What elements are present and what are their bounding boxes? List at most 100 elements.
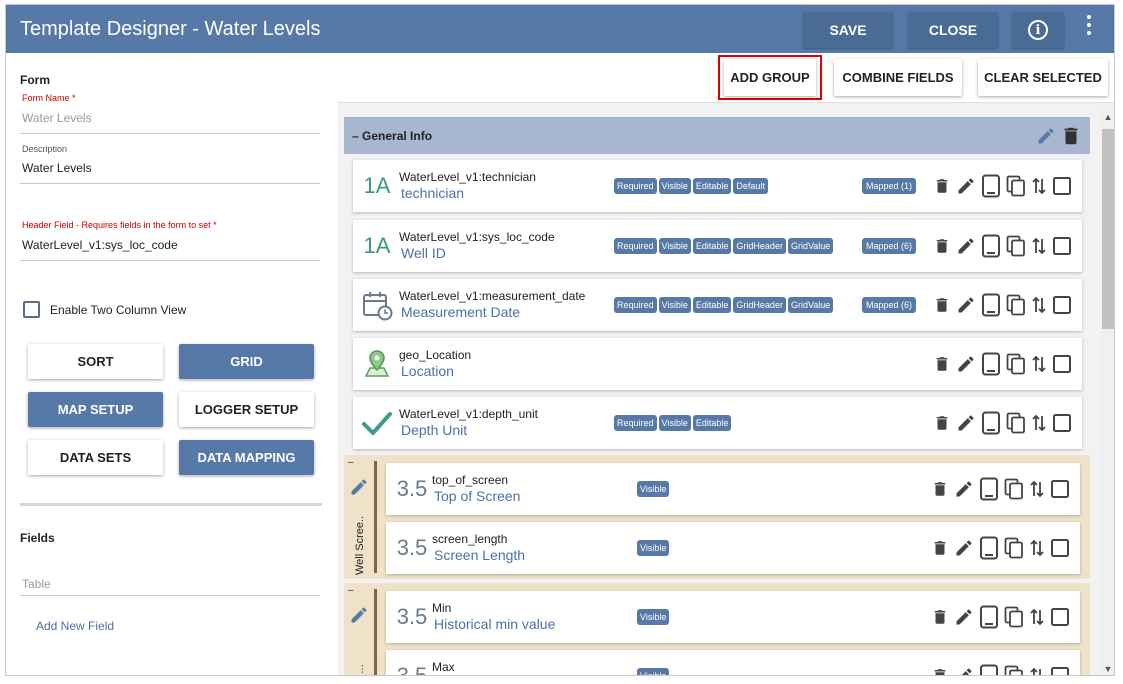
reorder-icon[interactable] xyxy=(1029,666,1045,675)
sort-button[interactable]: SORT xyxy=(28,344,163,379)
description-field[interactable]: Water Levels xyxy=(22,161,92,175)
vertical-scrollbar[interactable]: ▲ ▼ xyxy=(1100,109,1114,675)
delete-icon[interactable] xyxy=(933,294,951,316)
select-checkbox-icon[interactable] xyxy=(1052,236,1072,256)
table-field[interactable]: Table xyxy=(22,577,51,591)
edit-icon[interactable] xyxy=(954,538,974,558)
copy-icon[interactable] xyxy=(1004,606,1024,628)
field-card[interactable]: 1A WaterLevel_v1:technician technician R… xyxy=(353,160,1082,212)
delete-icon[interactable] xyxy=(933,412,951,434)
scroll-down-icon[interactable]: ▼ xyxy=(1103,664,1113,674)
field-card[interactable]: 3.5 Min Historical min value Visible xyxy=(386,591,1080,643)
two-column-checkbox[interactable] xyxy=(23,301,40,318)
grid-button[interactable]: GRID xyxy=(179,344,314,379)
copy-icon[interactable] xyxy=(1004,665,1024,675)
collapse-toggle[interactable]: – xyxy=(348,585,354,596)
edit-icon[interactable] xyxy=(956,413,976,433)
form-name-field[interactable]: Water Levels xyxy=(22,111,92,125)
delete-icon[interactable] xyxy=(933,235,951,257)
field-card[interactable]: WaterLevel_v1:measurement_date Measureme… xyxy=(353,279,1082,331)
edit-icon[interactable] xyxy=(954,607,974,627)
field-actions xyxy=(933,234,1072,258)
select-checkbox-icon[interactable] xyxy=(1050,666,1070,675)
edit-icon[interactable] xyxy=(954,479,974,499)
copy-icon[interactable] xyxy=(1006,353,1026,375)
reorder-icon[interactable] xyxy=(1031,295,1047,315)
delete-group-icon[interactable] xyxy=(1060,124,1082,148)
scroll-thumb[interactable] xyxy=(1102,129,1114,329)
tablet-icon[interactable] xyxy=(981,234,1001,258)
select-checkbox-icon[interactable] xyxy=(1052,413,1072,433)
data-mapping-button[interactable]: DATA MAPPING xyxy=(179,440,314,475)
edit-icon[interactable] xyxy=(956,354,976,374)
delete-icon[interactable] xyxy=(933,175,951,197)
tablet-icon[interactable] xyxy=(979,477,999,501)
mapped-badge[interactable]: Mapped (6) xyxy=(862,238,917,254)
select-checkbox-icon[interactable] xyxy=(1050,607,1070,627)
edit-combined-icon[interactable] xyxy=(349,477,369,502)
reorder-icon[interactable] xyxy=(1029,538,1045,558)
copy-icon[interactable] xyxy=(1006,175,1026,197)
copy-icon[interactable] xyxy=(1004,537,1024,559)
data-sets-button[interactable]: DATA SETS xyxy=(28,440,163,475)
tablet-icon[interactable] xyxy=(981,352,1001,376)
delete-icon[interactable] xyxy=(931,606,949,628)
field-card[interactable]: 3.5 Max Visible xyxy=(386,650,1080,675)
combined-field-group[interactable]: – Well Scree... 3.5 top_of_screen Top of… xyxy=(344,455,1090,579)
field-card[interactable]: geo_Location Location xyxy=(353,338,1082,390)
tablet-icon[interactable] xyxy=(979,536,999,560)
reorder-icon[interactable] xyxy=(1031,236,1047,256)
badge-editable: Editable xyxy=(692,415,732,431)
reorder-icon[interactable] xyxy=(1031,354,1047,374)
map-setup-button[interactable]: MAP SETUP xyxy=(28,392,163,427)
close-button[interactable]: CLOSE xyxy=(908,12,998,48)
logger-setup-button[interactable]: LOGGER SETUP xyxy=(179,392,314,427)
edit-combined-icon[interactable] xyxy=(349,605,369,630)
edit-icon[interactable] xyxy=(956,176,976,196)
save-button[interactable]: SAVE xyxy=(803,12,893,48)
select-checkbox-icon[interactable] xyxy=(1050,479,1070,499)
tablet-icon[interactable] xyxy=(979,605,999,629)
scroll-up-icon[interactable]: ▲ xyxy=(1103,112,1113,122)
select-checkbox-icon[interactable] xyxy=(1050,538,1070,558)
select-checkbox-icon[interactable] xyxy=(1052,176,1072,196)
tablet-icon[interactable] xyxy=(981,411,1001,435)
edit-icon[interactable] xyxy=(956,236,976,256)
field-card[interactable]: 1A WaterLevel_v1:sys_loc_code Well ID Re… xyxy=(353,220,1082,272)
reorder-icon[interactable] xyxy=(1029,607,1045,627)
delete-icon[interactable] xyxy=(933,353,951,375)
group-header-general-info[interactable]: – General Info xyxy=(344,117,1090,154)
field-card[interactable]: 3.5 screen_length Screen Length Visible xyxy=(386,522,1080,574)
add-new-field-link[interactable]: Add New Field xyxy=(36,619,114,633)
clear-selected-button[interactable]: CLEAR SELECTED xyxy=(978,59,1108,96)
copy-icon[interactable] xyxy=(1006,294,1026,316)
select-checkbox-icon[interactable] xyxy=(1052,295,1072,315)
copy-icon[interactable] xyxy=(1006,412,1026,434)
reorder-icon[interactable] xyxy=(1031,413,1047,433)
select-checkbox-icon[interactable] xyxy=(1052,354,1072,374)
header-field-select[interactable]: WaterLevel_v1:sys_loc_code xyxy=(22,238,178,252)
mapped-badge[interactable]: Mapped (1) xyxy=(862,178,917,194)
mapped-badge[interactable]: Mapped (6) xyxy=(862,297,917,313)
edit-icon[interactable] xyxy=(956,295,976,315)
edit-group-icon[interactable] xyxy=(1036,126,1056,146)
info-button[interactable]: i xyxy=(1012,12,1064,48)
collapse-toggle[interactable]: – xyxy=(348,457,354,468)
reorder-icon[interactable] xyxy=(1031,176,1047,196)
field-card[interactable]: WaterLevel_v1:depth_unit Depth Unit Requ… xyxy=(353,397,1082,449)
delete-icon[interactable] xyxy=(931,478,949,500)
combine-fields-button[interactable]: COMBINE FIELDS xyxy=(834,59,962,96)
delete-icon[interactable] xyxy=(931,537,949,559)
copy-icon[interactable] xyxy=(1006,235,1026,257)
tablet-icon[interactable] xyxy=(981,174,1001,198)
tablet-icon[interactable] xyxy=(981,293,1001,317)
tablet-icon[interactable] xyxy=(979,664,999,675)
edit-icon[interactable] xyxy=(954,666,974,675)
group-bar xyxy=(374,461,377,573)
combined-field-group[interactable]: – orical ... 3.5 Min Historical min valu… xyxy=(344,583,1090,675)
delete-icon[interactable] xyxy=(931,665,949,675)
reorder-icon[interactable] xyxy=(1029,479,1045,499)
field-card[interactable]: 3.5 top_of_screen Top of Screen Visible xyxy=(386,463,1080,515)
more-options-icon[interactable] xyxy=(1084,15,1094,35)
copy-icon[interactable] xyxy=(1004,478,1024,500)
